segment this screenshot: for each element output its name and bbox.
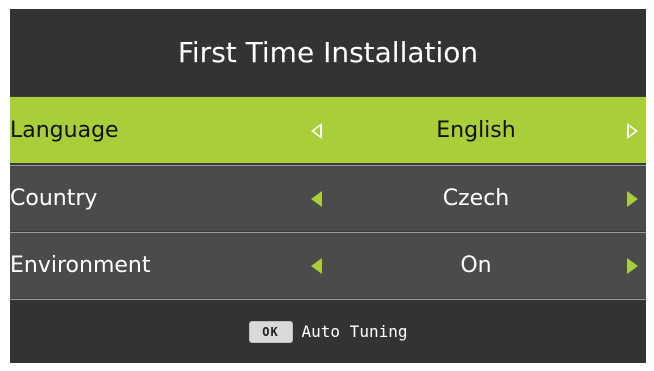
menu-row-environment[interactable]: Environment On [10, 232, 646, 298]
menu-row-value: On [460, 253, 492, 278]
installation-screen: First Time Installation Language English… [10, 9, 646, 363]
menu-row-label: Country [10, 186, 98, 211]
footer-bar: OK Auto Tuning [10, 299, 646, 363]
triangle-left-icon[interactable] [311, 257, 322, 274]
menu-row-value: Czech [442, 186, 510, 211]
menu-row-value: English [436, 118, 516, 143]
menu-row-label: Environment [10, 253, 151, 278]
triangle-left-icon[interactable] [311, 190, 322, 207]
header-bar: First Time Installation [10, 9, 646, 96]
triangle-left-icon[interactable] [311, 122, 322, 139]
triangle-right-icon[interactable] [627, 257, 638, 274]
triangle-right-icon[interactable] [627, 190, 638, 207]
ok-key-button[interactable]: OK [248, 320, 293, 343]
triangle-right-icon[interactable] [627, 122, 638, 139]
menu-row-label: Language [10, 118, 119, 143]
page-title: First Time Installation [177, 36, 479, 69]
menu-row-country[interactable]: Country Czech [10, 165, 646, 231]
auto-tuning-hint: Auto Tuning [301, 322, 408, 341]
menu-row-language[interactable]: Language English [10, 97, 646, 163]
